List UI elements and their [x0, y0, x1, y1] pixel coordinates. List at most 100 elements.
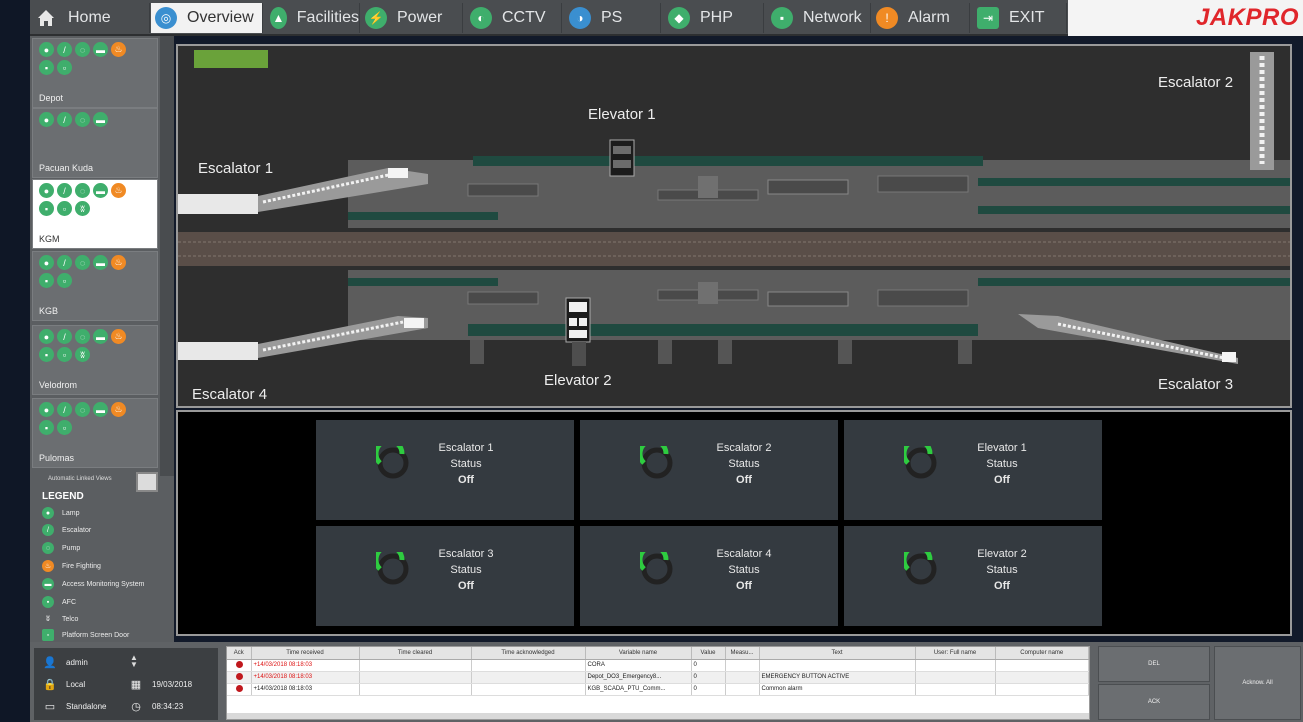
- fire-icon: ♨: [111, 402, 126, 417]
- pump-icon: ◌: [75, 112, 90, 127]
- escalator-icon: /: [57, 183, 72, 198]
- table-row[interactable]: +14/03/2018 08:18:03 CORA 0: [227, 659, 1089, 672]
- mode-value: Standalone: [66, 701, 107, 711]
- clock-icon: ◷: [131, 700, 141, 713]
- menu-facilities-label: Facilities: [296, 9, 359, 26]
- bottom-bar: 👤 admin ▲ ▼ 🔒 Local ▦ 19/03/2018 ▭ Standalone…: [30, 642, 1303, 722]
- column-header[interactable]: User: Full name: [915, 647, 996, 660]
- column-header[interactable]: Time cleared: [359, 647, 472, 660]
- table-horizontal-scrollbar[interactable]: [227, 713, 1089, 719]
- user-spinner-icon[interactable]: ▲ ▼: [130, 654, 138, 669]
- status-card-escalator-4[interactable]: Escalator 4 Status Off: [580, 526, 838, 626]
- status-card-escalator-2[interactable]: Escalator 2 Status Off: [580, 420, 838, 520]
- ps-icon: ◑: [569, 7, 591, 29]
- table-row[interactable]: +14/03/2018 08:18:03 KGB_SCADA_PTU_Comm.…: [227, 683, 1089, 696]
- menu-ps-label: PS: [601, 9, 623, 26]
- sidebar-scrollbar[interactable]: [160, 36, 174, 476]
- legend-label: Platform Screen Door: [62, 631, 130, 639]
- calendar-icon: ▦: [130, 678, 142, 691]
- table-cell: 0: [691, 659, 726, 672]
- table-cell: EMERGENCY BUTTON ACTIVE: [759, 671, 916, 684]
- escalator-icon: /: [57, 255, 72, 270]
- menu-ps[interactable]: ◑ PS: [563, 3, 661, 33]
- fire-icon: ♨: [111, 42, 126, 57]
- status-value: Off: [994, 474, 1010, 486]
- psd-icon: ▫: [57, 347, 72, 362]
- column-header[interactable]: Text: [759, 647, 916, 660]
- lamp-icon: ●: [39, 329, 54, 344]
- user-icon: 👤: [43, 656, 57, 669]
- status-gauge-icon: [904, 446, 937, 479]
- psd-icon: ▫: [57, 273, 72, 288]
- menu-home-label: Home: [68, 9, 111, 26]
- device-name: Escalator 4: [716, 548, 772, 560]
- fire-icon: ♨: [111, 329, 126, 344]
- location-value: Local: [66, 679, 86, 689]
- menu-power-label: Power: [397, 9, 443, 26]
- table-cell: [725, 683, 760, 696]
- table-cell: +14/03/2018 08:18:03: [251, 671, 360, 684]
- table-cell: [359, 659, 472, 672]
- php-icon: ◆: [668, 7, 690, 29]
- column-header[interactable]: Variable name: [585, 647, 692, 660]
- user-row[interactable]: 👤 admin: [43, 656, 88, 669]
- home-icon: [38, 10, 54, 26]
- station-name: Pulomas: [39, 453, 75, 463]
- escalator-icon: /: [42, 524, 54, 536]
- afc-icon: ▪: [39, 273, 54, 288]
- station-depot[interactable]: ● / ◌ ▬ ♨ ▪ ▫ Depot: [32, 38, 158, 108]
- del-button[interactable]: DEL: [1098, 646, 1210, 682]
- column-header[interactable]: Computer name: [995, 647, 1089, 660]
- status-card-escalator-1[interactable]: Escalator 1 Status Off: [316, 420, 574, 520]
- column-header[interactable]: Time received: [251, 647, 360, 660]
- table-cell: Depot_DO3_Emergency8...: [585, 671, 692, 684]
- menu-network[interactable]: ▪ Network: [765, 3, 871, 33]
- menu-overview[interactable]: ◎ Overview: [151, 3, 263, 33]
- column-header[interactable]: Value: [691, 647, 726, 660]
- menu-exit[interactable]: ⇥ EXIT: [971, 3, 1067, 33]
- status-value: Off: [994, 580, 1010, 592]
- status-card-elevator-1[interactable]: Elevator 1 Status Off: [844, 420, 1102, 520]
- lamp-icon: ●: [39, 42, 54, 57]
- ams-icon: ▬: [42, 578, 54, 590]
- menu-cctv[interactable]: ◐ CCTV: [464, 3, 562, 33]
- station-pacuan-kuda[interactable]: ● / ◌ ▬ Pacuan Kuda: [32, 108, 158, 178]
- column-header[interactable]: Ack: [227, 647, 252, 660]
- menu-home[interactable]: Home: [30, 3, 150, 33]
- psd-icon: ▫: [57, 201, 72, 216]
- station-name: KGB: [39, 306, 59, 316]
- pump-icon: ◌: [75, 255, 90, 270]
- table-row[interactable]: +14/03/2018 08:18:03 Depot_DO3_Emergency…: [227, 671, 1089, 684]
- station-kgb[interactable]: ● / ◌ ▬ ♨ ▪ ▫ KGB: [32, 251, 158, 321]
- table-cell: [359, 683, 472, 696]
- column-header[interactable]: Measu...: [725, 647, 760, 660]
- lamp-icon: ●: [39, 255, 54, 270]
- station-pulomas[interactable]: ● / ◌ ▬ ♨ ▪ ▫ Pulomas: [32, 398, 158, 468]
- status-caption: Status: [728, 458, 760, 470]
- station-velodrom[interactable]: ● / ◌ ▬ ♨ ▪ ▫ ʬ Velodrom: [32, 325, 158, 395]
- menu-php[interactable]: ◆ PHP: [662, 3, 764, 33]
- left-edge: [0, 0, 30, 722]
- station-icons: ● / ◌ ▬ ♨ ▪ ▫: [39, 402, 129, 435]
- ack-button[interactable]: ACK: [1098, 684, 1210, 720]
- pump-icon: ◌: [75, 183, 90, 198]
- pump-icon: ◌: [75, 402, 90, 417]
- column-header[interactable]: Time acknowledged: [471, 647, 586, 660]
- status-card-escalator-3[interactable]: Escalator 3 Status Off: [316, 526, 574, 626]
- pump-icon: ◌: [75, 42, 90, 57]
- label-elevator-2: Elevator 2: [544, 372, 612, 389]
- status-value: Off: [458, 474, 474, 486]
- acknowledge-all-button[interactable]: Acknow. All: [1214, 646, 1301, 720]
- status-card-elevator-2[interactable]: Elevator 2 Status Off: [844, 526, 1102, 626]
- ams-icon: ▬: [93, 329, 108, 344]
- auto-linked-checkbox[interactable]: [136, 472, 158, 492]
- status-gauge-icon: [904, 552, 937, 585]
- menu-power[interactable]: ⚡ Power: [361, 3, 463, 33]
- ams-icon: ▬: [93, 402, 108, 417]
- menu-facilities[interactable]: ▲ Facilities: [264, 3, 360, 33]
- menu-alarm[interactable]: ! Alarm: [872, 3, 970, 33]
- alarm-table: Ack Time received Time cleared Time ackn…: [226, 646, 1090, 720]
- station-kgm[interactable]: ● / ◌ ▬ ♨ ▪ ▫ ʬ KGM: [32, 179, 158, 249]
- status-value: Off: [458, 580, 474, 592]
- lamp-icon: ●: [42, 507, 54, 519]
